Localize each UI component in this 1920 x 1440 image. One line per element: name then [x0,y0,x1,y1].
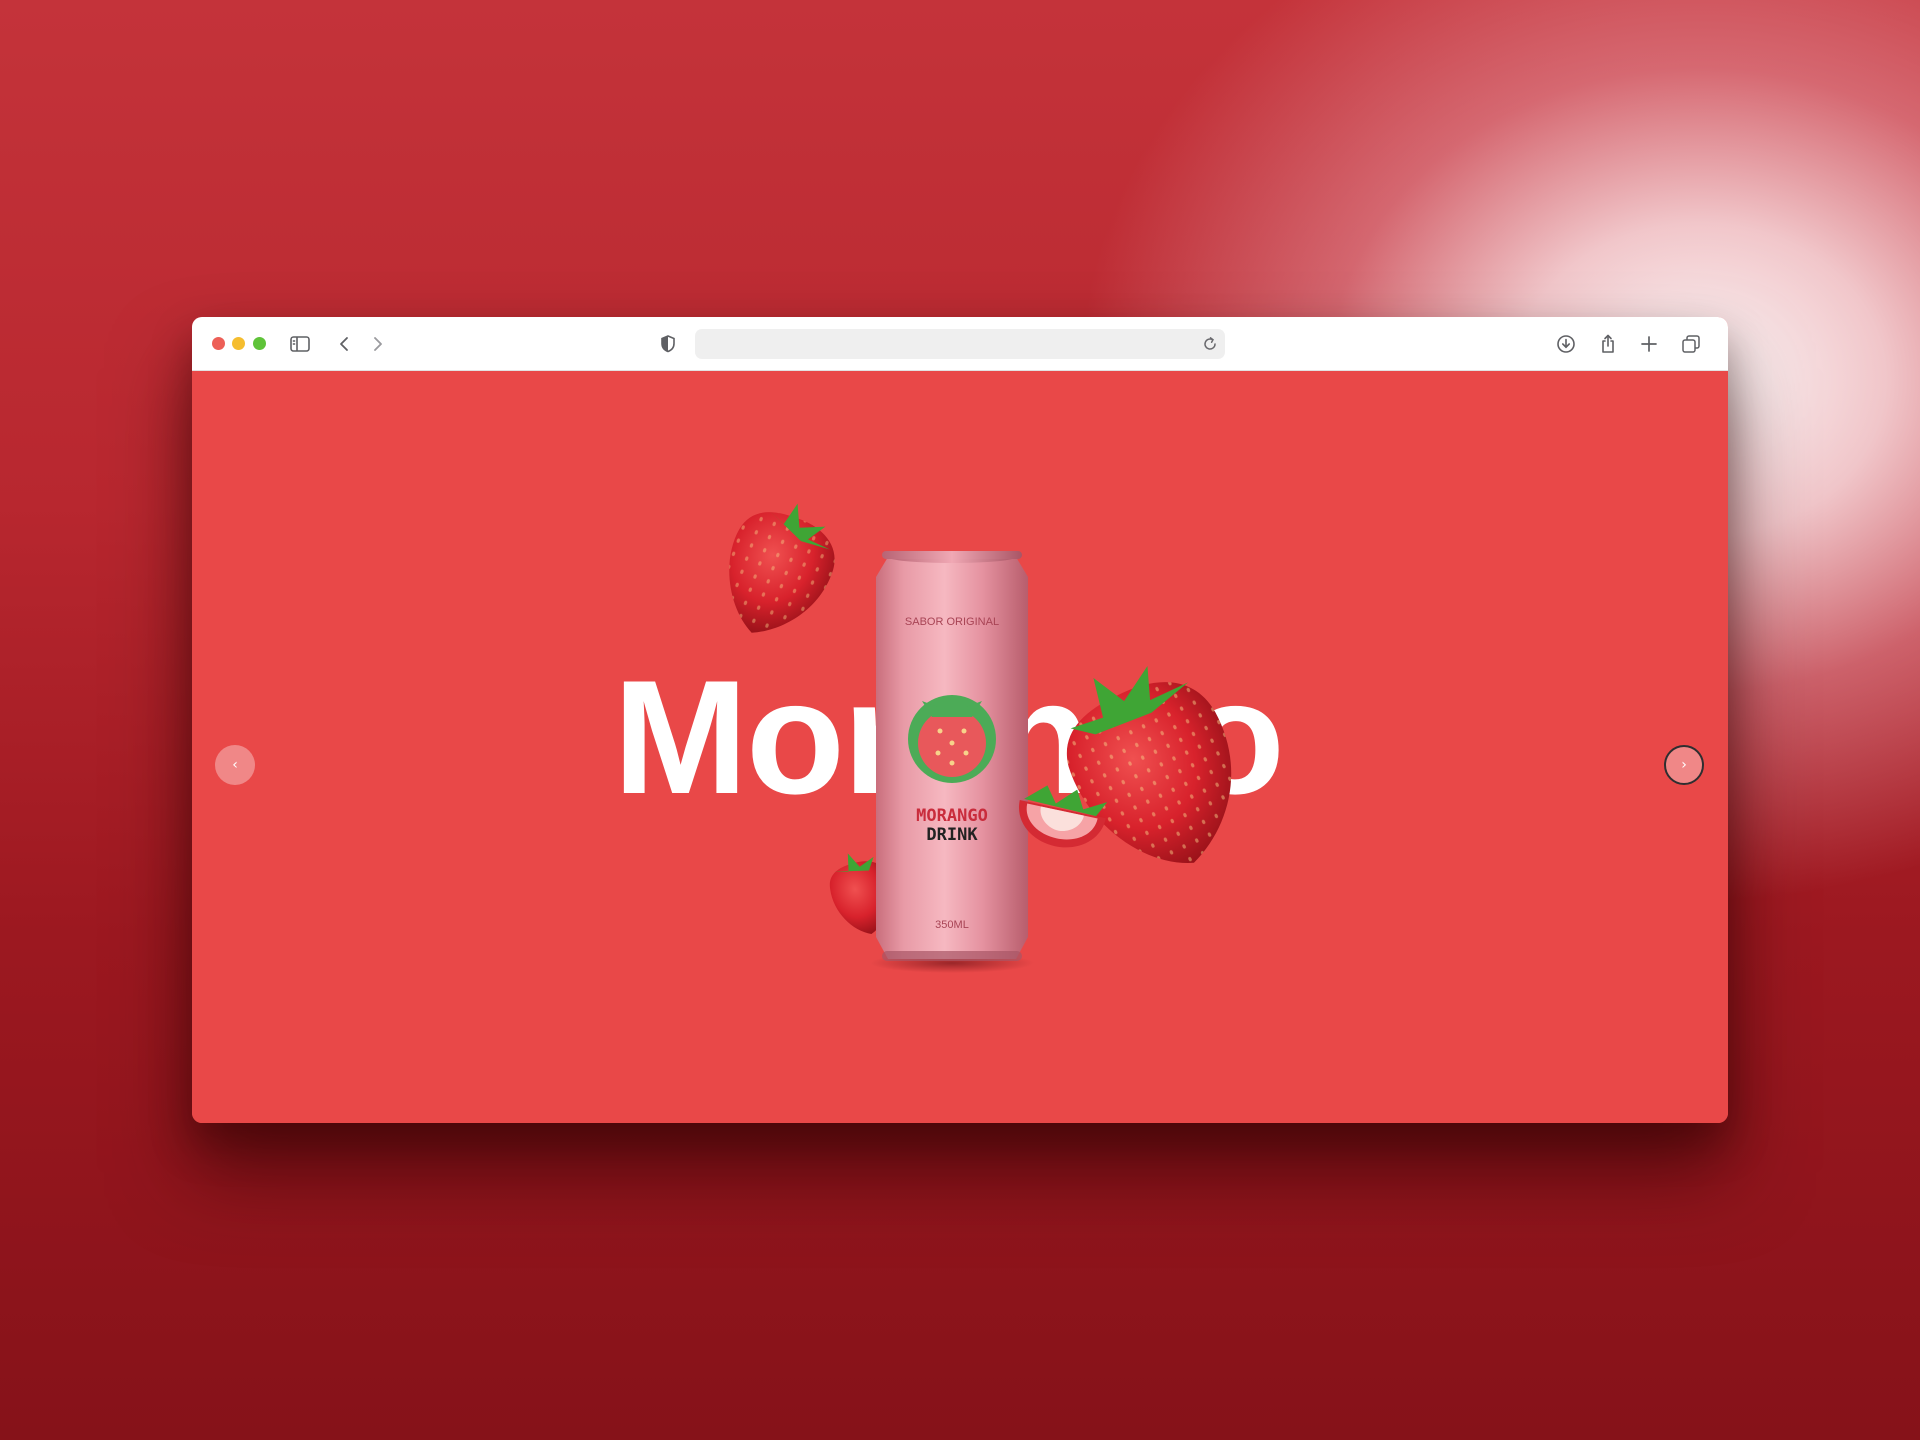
carousel-prev-button[interactable]: ‹ [215,745,255,785]
browser-window: Morango SABOR ORIGINAL MORANGO DRINK 350… [192,317,1728,1123]
share-icon[interactable] [1597,333,1619,355]
can-volume: 350ML [935,919,969,931]
strawberry-image-left [729,503,835,633]
hero-section: Morango SABOR ORIGINAL MORANGO DRINK 350… [192,371,1728,1123]
can-brand-line2: DRINK [926,825,978,845]
close-window-button[interactable] [212,337,225,350]
download-icon[interactable] [1555,333,1577,355]
browser-toolbar [192,317,1728,371]
address-bar[interactable] [695,329,1225,359]
hero-title: Morango [613,647,1285,828]
minimize-window-button[interactable] [232,337,245,350]
back-icon[interactable] [334,333,356,355]
new-tab-icon[interactable] [1638,333,1660,355]
carousel-next-button[interactable]: › [1664,745,1704,785]
chevron-right-icon: › [1681,757,1687,773]
shield-icon[interactable] [657,333,679,355]
reload-icon[interactable] [1201,335,1219,353]
sidebar-icon[interactable] [289,333,311,355]
zoom-window-button[interactable] [253,337,266,350]
can-top-text: SABOR ORIGINAL [905,616,999,628]
tabs-overview-icon[interactable] [1680,333,1702,355]
strawberry-image-small [829,853,892,935]
chevron-left-icon: ‹ [232,757,238,773]
forward-icon[interactable] [366,333,388,355]
